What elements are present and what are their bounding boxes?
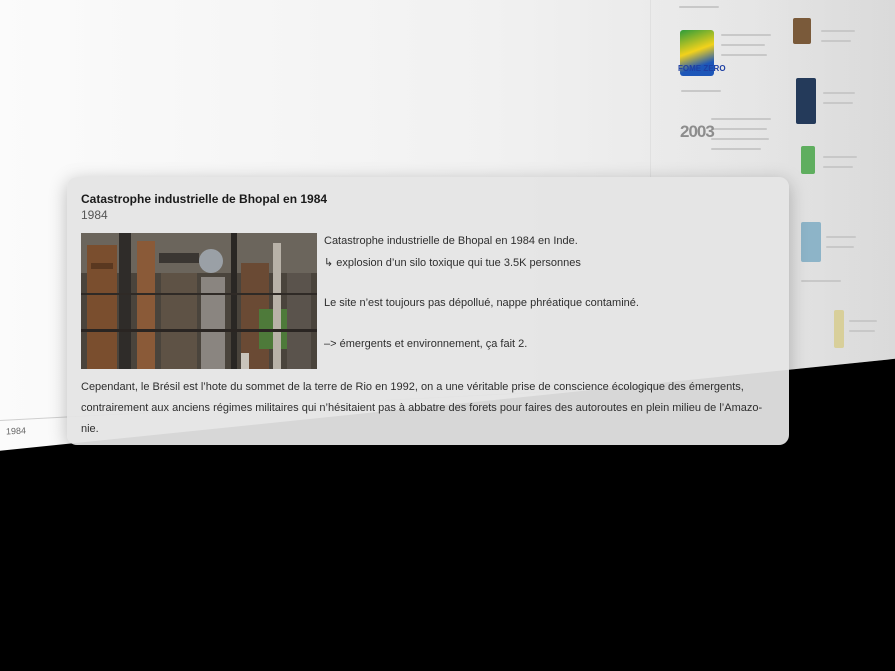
- event-text-line: [823, 166, 853, 168]
- event-photo: [81, 233, 317, 369]
- event-text-line: [821, 40, 851, 42]
- event-text-line: [711, 128, 767, 130]
- event-text-line: [711, 118, 771, 120]
- event-text-line: [826, 246, 854, 248]
- event-text-line: [721, 44, 765, 46]
- event-thumbnail[interactable]: [834, 310, 844, 348]
- event-text-line: [826, 236, 856, 238]
- event-text-line: [801, 280, 841, 282]
- fome-zero-logo-text: FOME ZERO: [678, 64, 726, 73]
- event-text-line: [711, 138, 769, 140]
- timeline-stage: 1984 FOME ZERO 2003 Catastrophe industri…: [0, 0, 895, 671]
- event-thumbnail[interactable]: [793, 18, 811, 44]
- event-text-line: [721, 34, 771, 36]
- event-thumbnail[interactable]: [796, 78, 816, 124]
- event-text-line: [711, 148, 761, 150]
- event-description-line: Le site n’est toujours pas dépollué, nap…: [324, 297, 639, 309]
- event-body-text: Cependant, le Brésil est l’hote du somme…: [81, 381, 763, 435]
- event-description-line: Catastrophe industrielle de Bhopal en 19…: [324, 235, 578, 247]
- event-text-line: [679, 6, 719, 8]
- event-text-line: [821, 30, 855, 32]
- event-text-line: [823, 92, 855, 94]
- event-year-label: 2003: [680, 122, 715, 141]
- event-description-line: –> émergents et environnement, ça fait 2…: [324, 338, 528, 350]
- event-title: Catastrophe industrielle de Bhopal en 19…: [81, 192, 328, 206]
- event-thumbnail[interactable]: [801, 222, 821, 262]
- event-thumbnail[interactable]: [801, 146, 815, 174]
- event-text-line: [721, 54, 767, 56]
- event-text-line: [823, 102, 853, 104]
- event-detail-card[interactable]: Catastrophe industrielle de Bhopal en 19…: [67, 177, 789, 445]
- event-text-line: [823, 156, 857, 158]
- event-year: 1984: [81, 208, 108, 222]
- event-text-line: [849, 320, 877, 322]
- event-description-line: ↳ explosion d’un silo toxique qui tue 3.…: [324, 257, 581, 269]
- event-text-line: [849, 330, 875, 332]
- timeline-axis-year: 1984: [5, 425, 27, 437]
- event-text-line: [681, 90, 721, 92]
